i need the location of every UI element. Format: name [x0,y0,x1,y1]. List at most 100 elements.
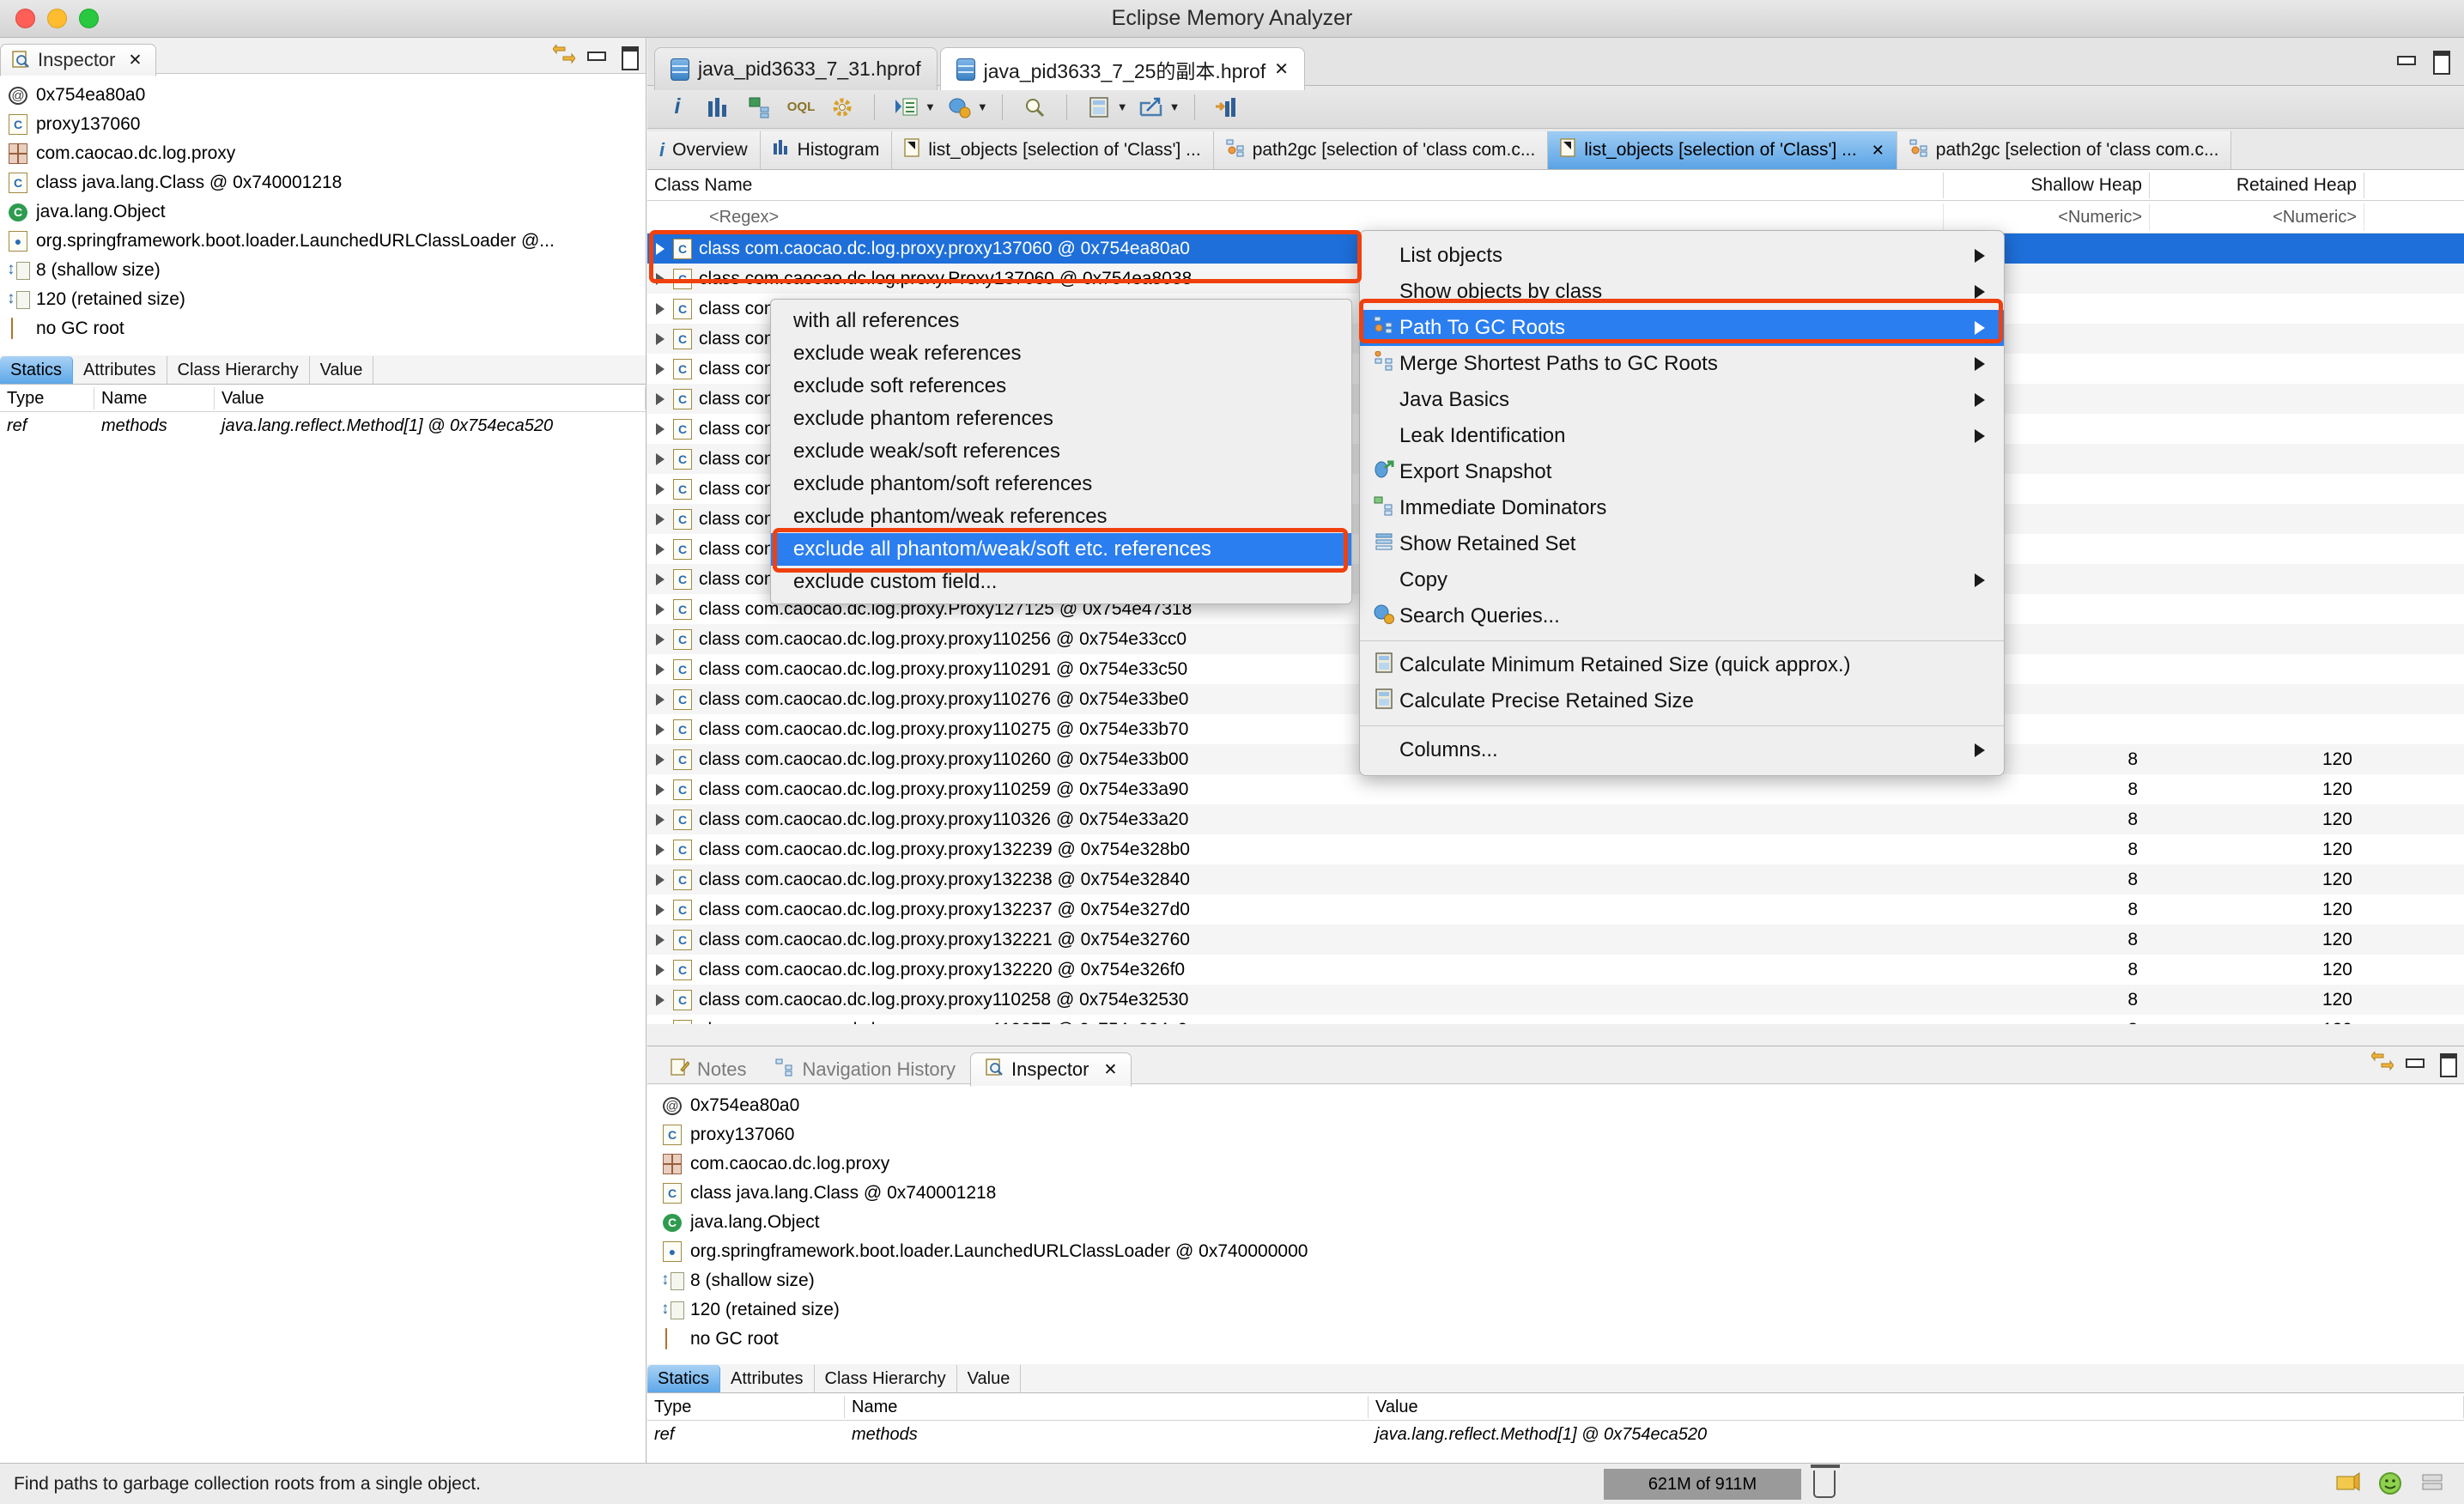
list-item[interactable]: 8 (shallow size) [7,256,646,285]
column-header-retained-heap[interactable]: Retained Heap [2150,172,2364,198]
list-item[interactable]: no GC root [9,314,646,343]
histogram-icon[interactable] [701,90,737,124]
path-to-gc-roots-submenu[interactable]: with all references exclude weak referenc… [770,299,1352,604]
expand-arrow-icon[interactable] [656,1023,665,1024]
table-row[interactable]: Cclass com.caocao.dc.log.proxy.proxy1322… [647,895,2464,925]
expand-arrow-icon[interactable] [656,843,665,856]
menu-item-search-queries[interactable]: Search Queries... [1360,598,2004,634]
menu-item-immediate-dominators[interactable]: Immediate Dominators [1360,490,2004,526]
smiley-icon[interactable] [2378,1471,2404,1497]
menu-item-java-basics[interactable]: Java Basics [1360,382,2004,418]
list-item[interactable]: C proxy137060 [9,110,646,139]
tab-notes[interactable]: Notes [656,1052,761,1087]
submenu-item-exclude-soft-references[interactable]: exclude soft references [771,370,1351,403]
tab-class-hierarchy[interactable]: Class Hierarchy [167,356,310,384]
list-item[interactable]: @ 0x754ea80a0 [9,81,646,110]
minimize-icon[interactable] [2395,50,2416,69]
tab-attributes[interactable]: Attributes [73,356,167,384]
expand-arrow-icon[interactable] [656,663,665,676]
list-item[interactable]: ● org.springframework.boot.loader.Launch… [663,1237,2464,1266]
close-icon[interactable]: ✕ [1274,58,1289,80]
submenu-item-exclude-custom-field[interactable]: exclude custom field... [771,566,1351,598]
expand-arrow-icon[interactable] [656,903,665,916]
tab-inspector[interactable]: Inspector ✕ [0,44,157,76]
oql-icon[interactable]: OQL [783,90,819,124]
expand-arrow-icon[interactable] [656,603,665,616]
expand-arrow-icon[interactable] [656,543,665,555]
expand-arrow-icon[interactable] [656,573,665,585]
editor-tab-hprof-2[interactable]: java_pid3633_7_25的副本.hprof ✕ [939,47,1306,90]
tab-value-bottom[interactable]: Value [957,1365,1022,1392]
column-header-shallow-heap[interactable]: Shallow Heap [1944,172,2150,198]
menu-item-calculate-precise-retained-size[interactable]: Calculate Precise Retained Size [1360,683,2004,719]
menu-item-leak-identification[interactable]: Leak Identification [1360,418,2004,454]
list-item[interactable]: no GC root [663,1325,2464,1354]
list-item[interactable]: C proxy137060 [663,1120,2464,1149]
table-row[interactable]: Cclass com.caocao.dc.log.proxy.proxy1322… [647,955,2464,985]
link-arrows-icon[interactable] [2370,1050,2394,1072]
expand-arrow-icon[interactable] [656,242,665,255]
maximize-icon[interactable] [2430,50,2450,75]
menu-item-columns[interactable]: Columns... [1360,732,2004,768]
chevron-down-icon[interactable]: ▼ [1117,100,1128,113]
submenu-item-with-all-references[interactable]: with all references [771,305,1351,337]
expand-arrow-icon[interactable] [656,873,665,886]
list-item[interactable]: 120 (retained size) [7,285,646,314]
list-item[interactable]: C java.lang.Object [9,197,646,227]
tab-path2gc-2[interactable]: path2gc [selection of 'class com.c... [1897,131,2232,169]
tab-attributes-bottom[interactable]: Attributes [720,1365,815,1392]
submenu-item-exclude-all-phantom-weak-soft-etc-references[interactable]: exclude all phantom/weak/soft etc. refer… [771,533,1351,566]
export-icon[interactable] [1133,90,1169,124]
close-icon[interactable]: ✕ [129,51,143,70]
menu-item-calculate-minimum-retained-size-quick-approx[interactable]: Calculate Minimum Retained Size (quick a… [1360,647,2004,683]
filter-retained-heap[interactable]: <Numeric> [2150,203,2364,231]
find-icon[interactable] [1017,90,1053,124]
expand-arrow-icon[interactable] [656,272,665,285]
chevron-down-icon[interactable]: ▼ [925,100,936,113]
tab-histogram[interactable]: Histogram [760,131,893,169]
expand-arrow-icon[interactable] [656,482,665,495]
maximize-icon[interactable] [2437,1052,2457,1077]
tab-path2gc-1[interactable]: path2gc [selection of 'class com.c... [1213,131,1549,169]
expand-arrow-icon[interactable] [656,753,665,766]
table-row[interactable]: Cclass com.caocao.dc.log.proxy.proxy1322… [647,925,2464,955]
expand-arrow-icon[interactable] [656,693,665,706]
minimize-icon[interactable] [2404,1052,2425,1071]
tab-navigation-history[interactable]: Navigation History [761,1052,970,1087]
list-item[interactable]: @ 0x754ea80a0 [663,1091,2464,1120]
expand-arrow-icon[interactable] [656,993,665,1006]
filter-class-name[interactable]: <Regex> [647,203,1944,231]
close-icon[interactable]: ✕ [1104,1060,1118,1080]
submenu-item-exclude-weak-references[interactable]: exclude weak references [771,337,1351,370]
table-row[interactable]: Cclass com.caocao.dc.log.proxy.proxy1103… [647,804,2464,834]
tab-inspector-bottom[interactable]: Inspector ✕ [970,1052,1132,1087]
expand-arrow-icon[interactable] [656,332,665,345]
submenu-item-exclude-phantom-soft-references[interactable]: exclude phantom/soft references [771,468,1351,500]
column-header-type[interactable]: Type [0,386,94,409]
column-header-class-name[interactable]: Class Name [647,172,1944,198]
menu-item-copy[interactable]: Copy [1360,562,2004,598]
list-item[interactable]: ● org.springframework.boot.loader.Launch… [9,227,646,256]
progress-icon[interactable] [2421,1471,2447,1497]
column-header-type[interactable]: Type [647,1395,845,1418]
tab-value[interactable]: Value [310,356,374,384]
list-item[interactable]: com.caocao.dc.log.proxy [9,139,646,168]
expand-arrow-icon[interactable] [656,512,665,525]
table-row[interactable]: Cclass com.caocao.dc.log.proxy.proxy1102… [647,985,2464,1015]
menu-item-show-retained-set[interactable]: Show Retained Set [1360,526,2004,562]
tab-list-objects-2[interactable]: list_objects [selection of 'Class'] ... … [1548,131,1897,169]
table-row[interactable]: Cclass com.caocao.dc.log.proxy.proxy1102… [647,774,2464,804]
column-header-value[interactable]: Value [1369,1395,2464,1418]
tips-icon[interactable] [2335,1471,2361,1497]
expand-arrow-icon[interactable] [656,813,665,826]
chevron-down-icon[interactable]: ▼ [1169,100,1180,113]
menu-item-path-to-gc-roots[interactable]: Path To GC Roots [1360,310,2004,346]
compare-icon[interactable] [1209,90,1245,124]
table-row[interactable]: ref methods java.lang.reflect.Method[1] … [647,1421,2464,1448]
expand-arrow-icon[interactable] [656,422,665,435]
query-browser-icon[interactable] [824,90,860,124]
submenu-item-exclude-phantom-weak-references[interactable]: exclude phantom/weak references [771,500,1351,533]
heap-usage-indicator[interactable]: 621M of 911M [1604,1469,1801,1500]
expand-arrow-icon[interactable] [656,362,665,375]
tab-statics-bottom[interactable]: Statics [647,1365,721,1392]
